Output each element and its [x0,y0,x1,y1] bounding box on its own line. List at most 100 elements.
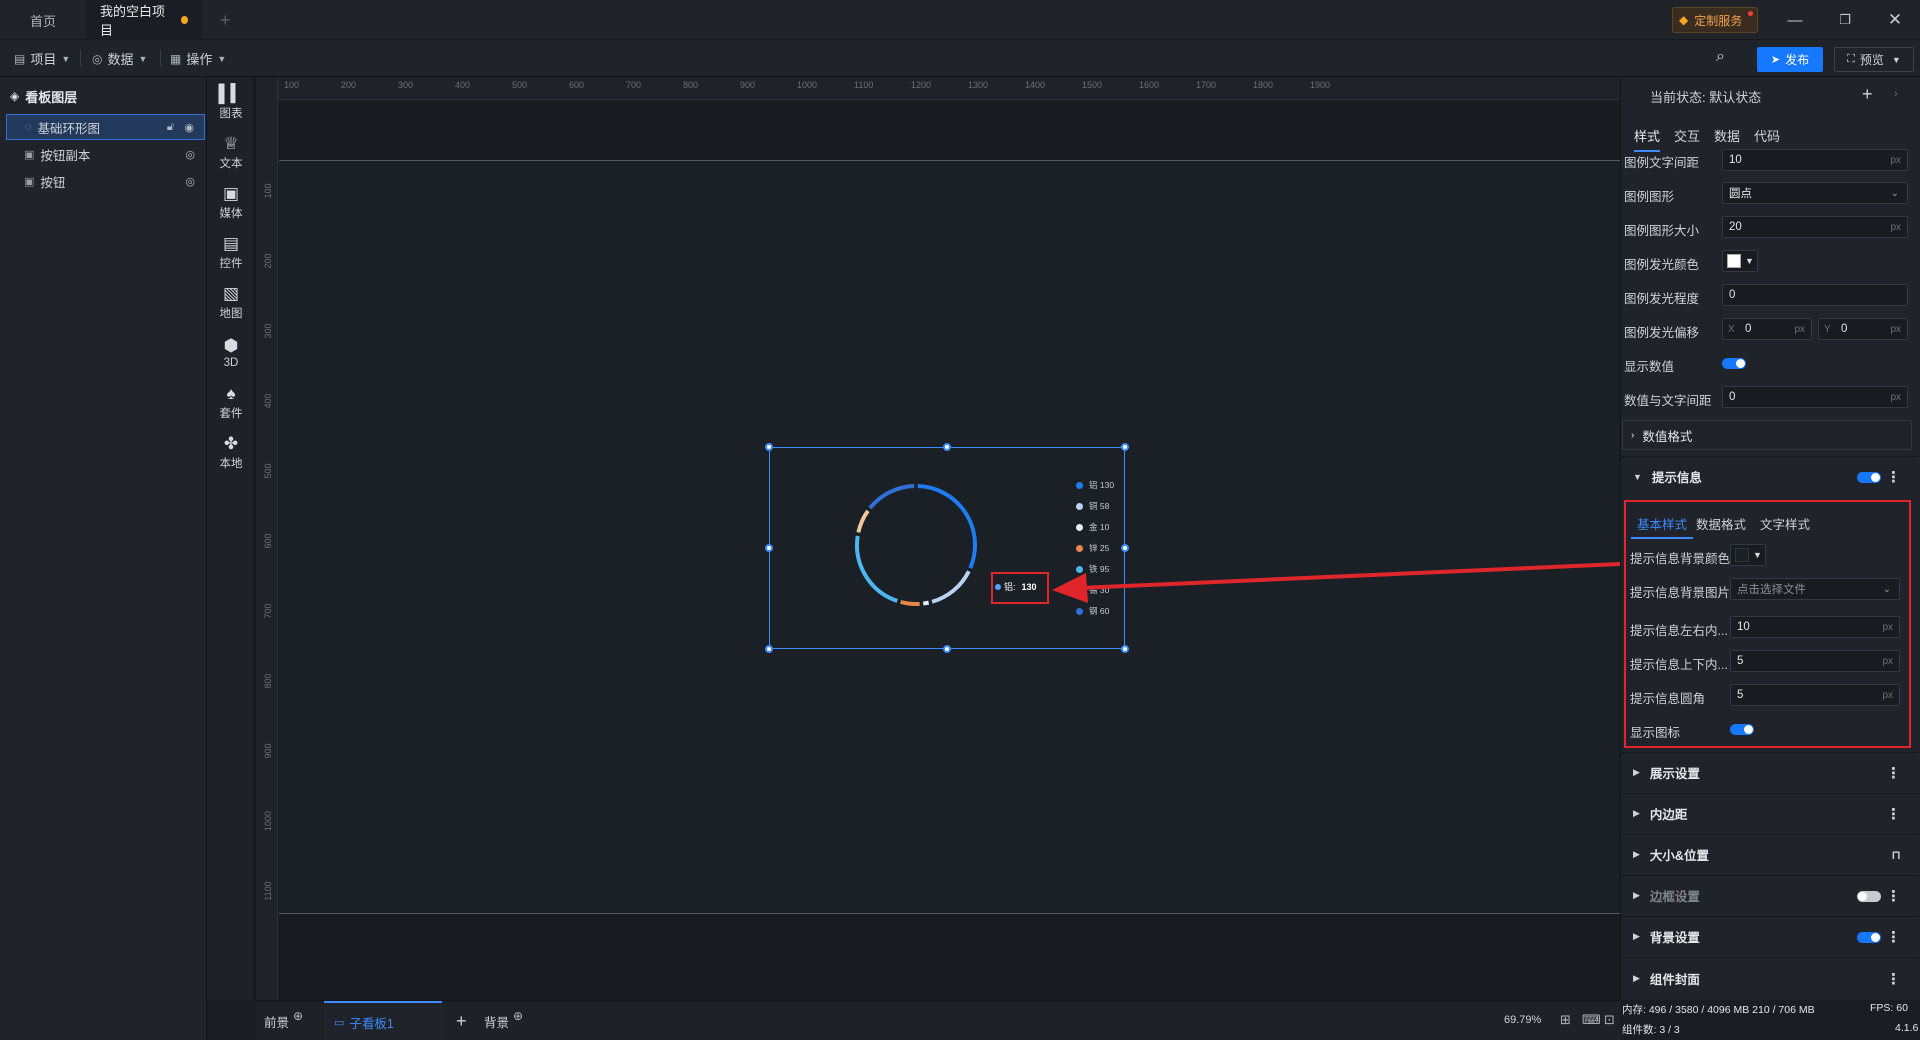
background-toggle[interactable] [1857,932,1881,943]
resize-handle[interactable] [1121,544,1129,552]
tab-background[interactable]: 背景 ⊕ [484,1001,523,1040]
section-border[interactable]: ▶ 边框设置 ⋮ [1621,875,1919,915]
fit-screen-icon[interactable]: ⊞ [1560,1012,1571,1028]
tool-media[interactable]: ▣ 媒体 [207,178,255,228]
subtab-data-format[interactable]: 数据格式 [1696,514,1746,533]
preview-button[interactable]: ⛶ 预览 ▼ [1834,47,1914,72]
add-state-icon[interactable]: + [1862,84,1873,105]
tab-foreground[interactable]: 前景 ⊕ [264,1001,303,1040]
section-cover[interactable]: ▶ 组件封面 ⋮ [1621,957,1919,999]
ring-segment-铁[interactable] [855,535,898,603]
tab-code[interactable]: 代码 [1754,126,1780,145]
add-board-button[interactable]: + [456,1001,467,1040]
more-vertical-icon[interactable]: ⋮ [1886,468,1901,486]
tooltip-radius-input[interactable]: 5 px [1730,684,1900,706]
ring-chart-widget[interactable]: 铝 130 铜 58 金 10 锌 25 铁 95 锡 30 钢 60 [765,443,1129,653]
menu-project[interactable]: ▤ 项目 ▼ [14,40,70,77]
eye-hidden-icon[interactable]: ◎ [185,148,195,161]
show-icon-toggle[interactable] [1730,724,1754,735]
tooltip-bg-color-picker[interactable]: ▼ [1730,544,1766,566]
ring-segment-铜[interactable] [931,570,971,604]
tooltip-padding-vertical-input[interactable]: 5 px [1730,650,1900,672]
layer-item[interactable]: ◌ 基础环形图 🔓︎ ◉ [6,114,205,140]
show-value-toggle[interactable] [1722,358,1746,369]
resize-handle[interactable] [943,645,951,653]
tab-interaction[interactable]: 交互 [1674,126,1700,145]
search-icon[interactable]: ⌕ [1716,48,1725,66]
menu-operation[interactable]: ▦ 操作 ▼ [170,40,226,77]
value-format-collapse[interactable]: › 数值格式 [1622,420,1912,450]
resize-handle[interactable] [765,645,773,653]
glow-offset-y-input[interactable]: Y 0 px [1818,318,1908,340]
ring-segment-锌[interactable] [900,600,920,606]
resize-handle[interactable] [943,443,951,451]
menu-data[interactable]: ◎ 数据 ▼ [92,40,147,77]
legend-item[interactable]: 铝 130 [1076,479,1114,491]
legend-shape-select[interactable]: 圆点 ⌄ [1722,182,1908,204]
ring-segment-钢[interactable] [868,484,915,510]
ring-segment-铝[interactable] [917,484,977,569]
layer-item[interactable]: ▣ 按钮 ◎ [6,168,205,194]
resize-handle[interactable] [765,443,773,451]
close-icon[interactable]: ✕ [1870,0,1920,40]
tooltip-bg-image-select[interactable]: 点击选择文件 ⌄ [1730,578,1900,600]
plus-circle-icon[interactable]: ⊕ [513,1009,523,1023]
legend-item[interactable]: 锌 25 [1076,542,1109,554]
tool-3d[interactable]: ⬢ 3D [207,328,255,378]
layer-item[interactable]: ▣ 按钮副本 ◎ [6,141,205,167]
chevron-right-icon[interactable]: › [1894,88,1898,100]
tab-style[interactable]: 样式 [1634,126,1661,152]
more-vertical-icon[interactable]: ⋮ [1886,970,1901,988]
custom-service-button[interactable]: ◆ 定制服务 [1672,7,1758,33]
section-padding[interactable]: ▶ 内边距 ⋮ [1621,793,1919,833]
legend-text-spacing-input[interactable]: 10 px [1722,149,1908,171]
terminal-icon[interactable]: ⊡ [1604,1012,1615,1028]
more-vertical-icon[interactable]: ⋮ [1886,764,1901,782]
resize-handle[interactable] [765,544,773,552]
section-background[interactable]: ▶ 背景设置 ⋮ [1621,916,1919,956]
tool-control[interactable]: ▤ 控件 [207,228,255,278]
section-display[interactable]: ▶ 展示设置 ⋮ [1621,752,1919,792]
section-size-position[interactable]: ▶ 大小&位置 ⊓ [1621,834,1919,874]
lock-icon[interactable]: ⊓ [1891,848,1901,862]
tool-map[interactable]: ▧ 地图 [207,278,255,328]
unlock-icon[interactable]: 🔓︎ [167,121,174,134]
subtab-text-style[interactable]: 文字样式 [1760,514,1810,533]
tooltip-toggle[interactable] [1857,472,1881,483]
publish-button[interactable]: ➤ 发布 [1757,47,1823,72]
tab-sub-board[interactable]: ▭ 子看板1 [324,1001,442,1040]
ring-segment-金[interactable] [922,600,930,606]
legend-item[interactable]: 钢 60 [1076,605,1109,617]
section-tooltip[interactable]: ▼ 提示信息 ⋮ [1621,456,1919,496]
tab-data[interactable]: 数据 [1714,126,1740,145]
tab-project[interactable]: 我的空白项目 [86,0,202,40]
minimize-icon[interactable]: — [1770,0,1820,40]
more-vertical-icon[interactable]: ⋮ [1886,887,1901,905]
subtab-basic-style[interactable]: 基本样式 [1631,514,1694,539]
tool-text[interactable]: ♕ 文本 [207,128,255,178]
legend-item[interactable]: 铜 58 [1076,500,1109,512]
more-vertical-icon[interactable]: ⋮ [1886,928,1901,946]
keyboard-icon[interactable]: ⌨ [1582,1012,1601,1028]
glow-offset-x-input[interactable]: X 0 px [1722,318,1812,340]
tab-home[interactable]: 首页 [0,0,86,40]
resize-handle[interactable] [1121,645,1129,653]
eye-hidden-icon[interactable]: ◎ [185,175,195,188]
legend-shape-size-input[interactable]: 20 px [1722,216,1908,238]
value-text-spacing-input[interactable]: 0 px [1722,386,1908,408]
tool-chart[interactable]: ▌▍ 图表 [207,78,255,128]
zoom-level[interactable]: 69.79% [1504,1000,1541,1040]
tooltip-padding-horizontal-input[interactable]: 10 px [1730,616,1900,638]
more-vertical-icon[interactable]: ⋮ [1886,805,1901,823]
legend-glow-color-picker[interactable]: ▼ [1722,250,1758,272]
tool-kit[interactable]: ♠ 套件 [207,378,255,428]
legend-item[interactable]: 金 10 [1076,521,1109,533]
add-tab-button[interactable]: + [206,0,245,40]
resize-handle[interactable] [1121,443,1129,451]
eye-icon[interactable]: ◉ [184,121,194,134]
plus-circle-icon[interactable]: ⊕ [293,1009,303,1023]
border-toggle[interactable] [1857,891,1881,902]
ring-segment-锡[interactable] [856,509,870,533]
legend-glow-level-input[interactable]: 0 [1722,284,1908,306]
tool-local[interactable]: ✤ 本地 [207,428,255,478]
